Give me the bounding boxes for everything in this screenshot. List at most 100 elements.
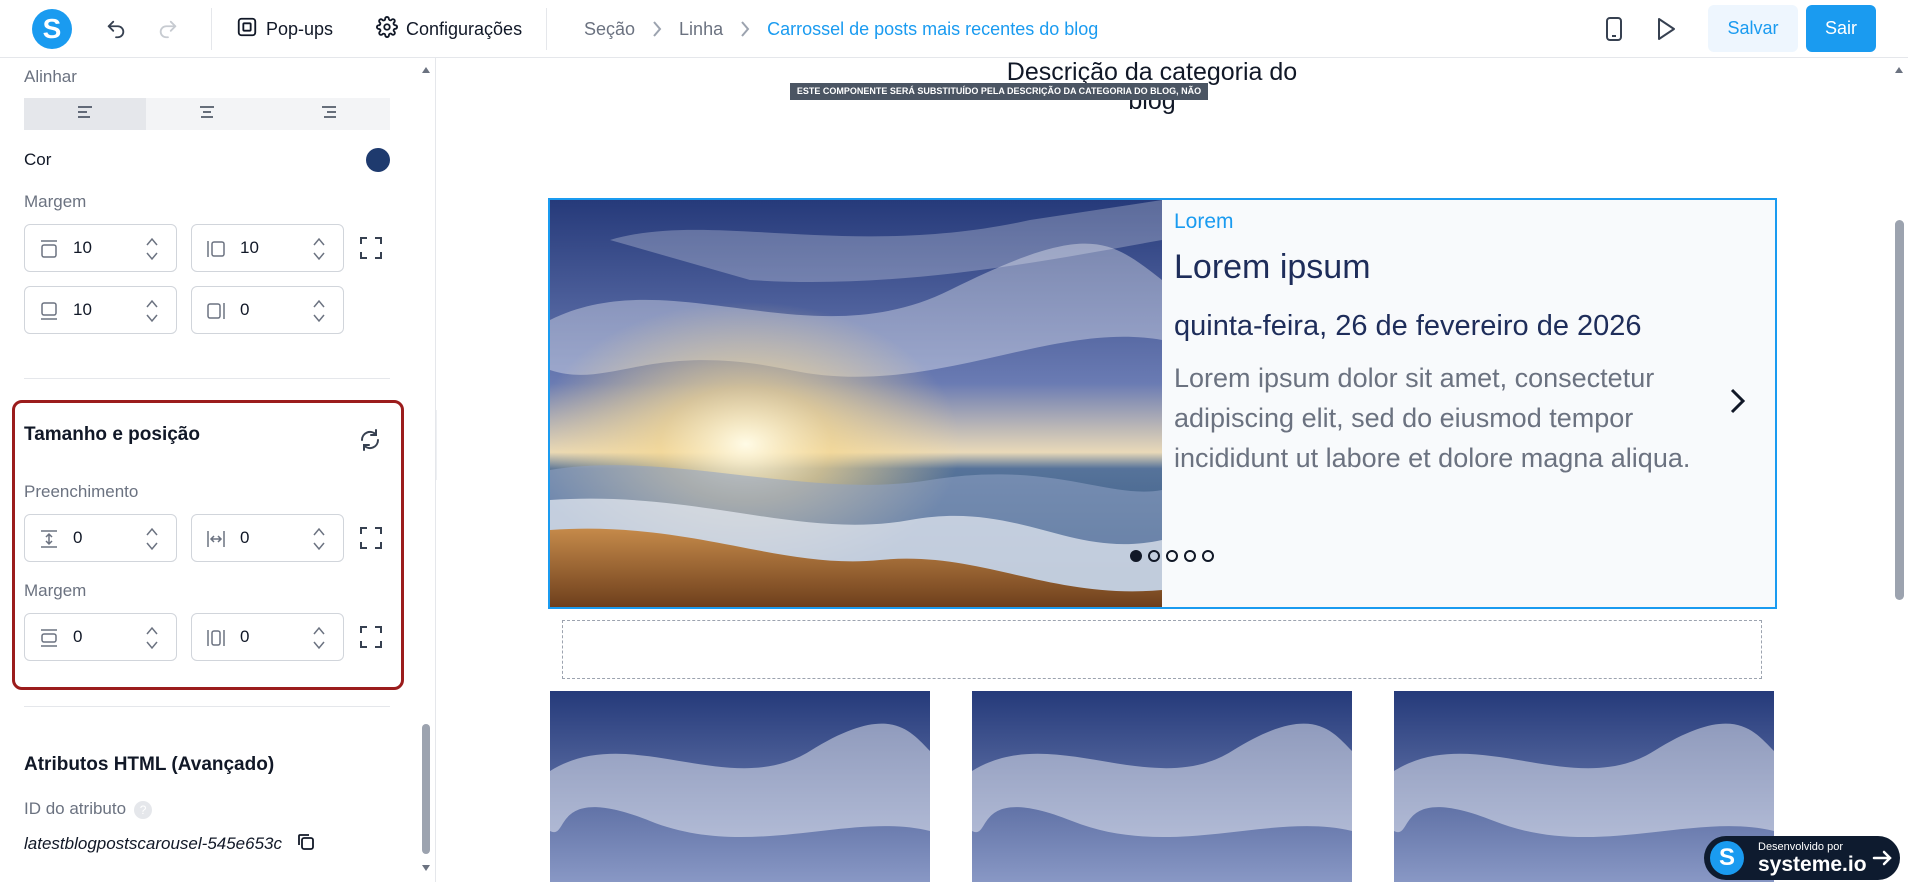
popups-label: Pop-ups (266, 18, 334, 39)
carousel-post-title[interactable]: Lorem ipsum (1174, 248, 1371, 287)
margin-horizontal-icon (206, 628, 226, 648)
carousel-dot[interactable] (1166, 550, 1178, 562)
systeme-logo[interactable]: S (32, 9, 72, 49)
chevron-right-icon (739, 17, 751, 41)
align-left-option[interactable] (24, 98, 146, 130)
help-icon[interactable]: ? (134, 800, 153, 819)
margin-bottom-value: 10 (73, 300, 92, 319)
color-swatch[interactable] (366, 148, 390, 172)
margin-top-field[interactable]: 10 (24, 224, 177, 272)
top-toolbar: S Pop-ups Configurações Seção Linha Carr… (0, 0, 1908, 58)
align-center-icon (199, 105, 215, 124)
stepper-icon[interactable] (311, 235, 327, 263)
canvas-scrollbar[interactable] (1890, 58, 1908, 882)
align-right-icon (321, 105, 337, 124)
mobile-preview-icon[interactable] (1600, 15, 1628, 43)
attr-id-label: ID do atributo (24, 799, 127, 818)
margin-vertical-field[interactable]: 0 (24, 613, 177, 661)
align-center-option[interactable] (146, 98, 268, 130)
exit-button[interactable]: Sair (1806, 5, 1876, 52)
category-description-tag: ESTE COMPONENTE SERÁ SUBSTITUÍDO PELA DE… (790, 83, 1208, 113)
breadcrumb-item-row[interactable]: Linha (679, 19, 723, 40)
arrow-right-icon (1870, 846, 1894, 870)
size-position-title: Tamanho e posição (24, 424, 200, 445)
align-left-icon (77, 105, 93, 124)
margin-left-value: 0 (240, 300, 250, 319)
expand-icon[interactable] (360, 626, 382, 648)
margin-left-field[interactable]: 0 (191, 286, 344, 334)
carousel-post-category[interactable]: Lorem (1174, 210, 1234, 234)
margin2-label: Margem (24, 581, 87, 600)
carousel-dot[interactable] (1148, 550, 1160, 562)
margin-vertical-value: 0 (73, 627, 83, 646)
section-divider (24, 706, 390, 707)
margin-top-icon (39, 239, 59, 259)
margin-right-icon (206, 239, 226, 259)
chevron-right-icon[interactable] (1726, 386, 1750, 416)
margin-right-field[interactable]: 10 (191, 224, 344, 272)
stepper-icon[interactable] (144, 624, 160, 652)
margin-horizontal-value: 0 (240, 627, 250, 646)
settings-button[interactable]: Configurações (376, 14, 522, 44)
margin-bottom-field[interactable]: 10 (24, 286, 177, 334)
padding-horizontal-value: 0 (240, 528, 250, 547)
carousel-post-image (550, 200, 1162, 607)
attr-id-value: latestblogpostscarousel-545e653c (24, 833, 283, 853)
gear-icon (376, 15, 398, 43)
canvas-scrollbar-thumb[interactable] (1895, 220, 1904, 600)
breadcrumb: Seção Linha Carrossel de posts mais rece… (584, 17, 1098, 41)
powered-by-badge[interactable]: S Desenvolvido por systeme.io (1704, 836, 1900, 880)
post-thumbnail[interactable] (550, 691, 930, 882)
stepper-icon[interactable] (311, 525, 327, 553)
margin-top-value: 10 (73, 238, 92, 257)
copy-icon[interactable] (297, 833, 315, 856)
carousel-dot[interactable] (1184, 550, 1196, 562)
reset-icon[interactable] (358, 428, 382, 452)
margin-horizontal-field[interactable]: 0 (191, 613, 344, 661)
redo-icon[interactable] (154, 15, 182, 43)
padding-horizontal-icon (206, 529, 226, 549)
margin-label: Margem (24, 192, 87, 211)
empty-drop-zone[interactable] (562, 620, 1762, 679)
expand-icon[interactable] (360, 237, 382, 259)
play-preview-icon[interactable] (1652, 15, 1680, 43)
popups-button[interactable]: Pop-ups (236, 14, 333, 44)
panel-scrollbar-thumb[interactable] (422, 724, 430, 854)
html-attributes-title: Atributos HTML (Avançado) (24, 754, 275, 775)
scroll-up-icon[interactable] (1894, 66, 1904, 74)
systeme-badge-logo: S (1710, 841, 1744, 875)
carousel-post-date: quinta-feira, 26 de fevereiro de 2026 (1174, 310, 1642, 342)
stepper-icon[interactable] (144, 297, 160, 325)
carousel-post-excerpt: Lorem ipsum dolor sit amet, consectetur … (1174, 363, 1691, 473)
stepper-icon[interactable] (311, 624, 327, 652)
blog-posts-carousel[interactable]: Lorem Lorem ipsum quinta-feira, 26 de fe… (548, 198, 1777, 609)
settings-panel: Alinhar Cor Margem 10 10 10 0 Tamanho e … (0, 58, 436, 882)
expand-icon[interactable] (360, 527, 382, 549)
padding-vertical-field[interactable]: 0 (24, 514, 177, 562)
stepper-icon[interactable] (144, 525, 160, 553)
breadcrumb-item-section[interactable]: Seção (584, 19, 635, 40)
post-thumbnail[interactable] (972, 691, 1352, 882)
margin-right-value: 10 (240, 238, 259, 257)
color-label: Cor (24, 150, 52, 169)
margin-vertical-icon (39, 628, 59, 648)
save-button[interactable]: Salvar (1708, 5, 1798, 52)
carousel-dot[interactable] (1202, 550, 1214, 562)
carousel-dots (1130, 550, 1214, 562)
scroll-up-icon[interactable] (421, 66, 431, 74)
stepper-icon[interactable] (144, 235, 160, 263)
padding-horizontal-field[interactable]: 0 (191, 514, 344, 562)
margin-left-icon (206, 301, 226, 321)
align-right-option[interactable] (268, 98, 390, 130)
align-selector (24, 98, 390, 130)
carousel-dot[interactable] (1130, 550, 1142, 562)
breadcrumb-item-carousel[interactable]: Carrossel de posts mais recentes do blog (767, 19, 1098, 40)
undo-icon[interactable] (102, 15, 130, 43)
scroll-down-icon[interactable] (421, 864, 431, 872)
stepper-icon[interactable] (311, 297, 327, 325)
toolbar-divider (211, 8, 212, 50)
chevron-right-icon (651, 17, 663, 41)
attr-id-label-row: ID do atributo? (24, 799, 153, 819)
align-label: Alinhar (24, 67, 77, 86)
panel-scrollbar[interactable] (419, 58, 433, 882)
